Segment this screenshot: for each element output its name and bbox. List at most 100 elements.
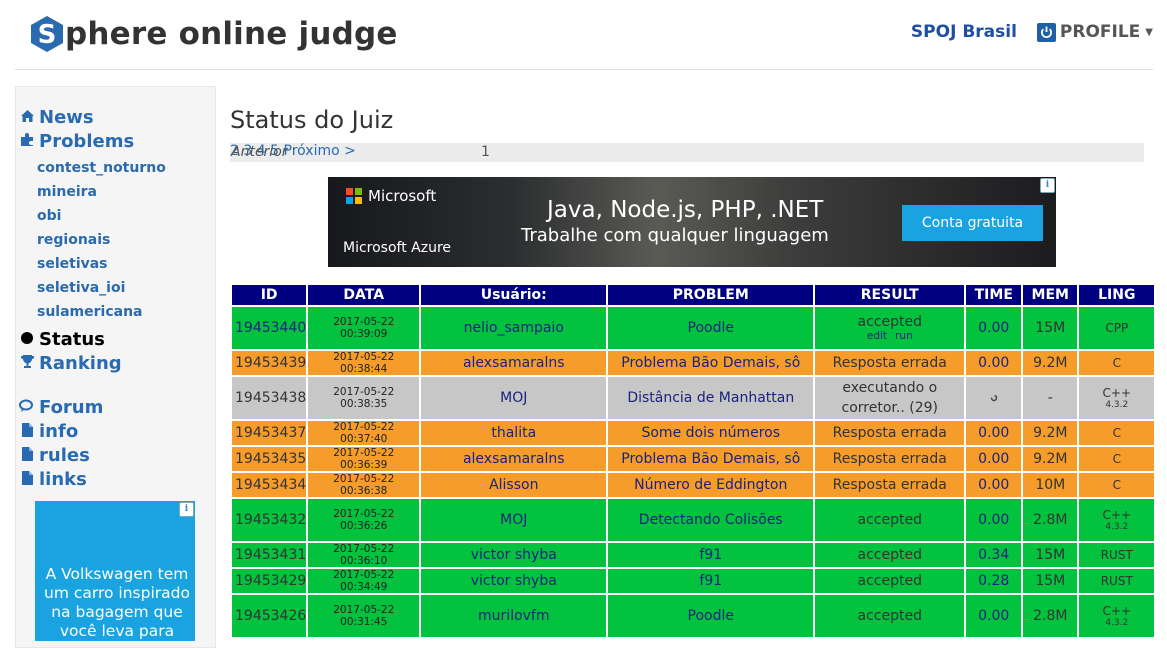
lang-version: 4.3.2 bbox=[1105, 399, 1129, 410]
file-icon bbox=[19, 446, 35, 466]
cell-mem: 15M bbox=[1023, 307, 1078, 349]
header-divider bbox=[15, 69, 1153, 70]
sidebar-item-links[interactable]: links bbox=[19, 469, 87, 490]
table-row: 19453429 2017-05-22 00:34:49 victor shyb… bbox=[232, 569, 1155, 593]
sidebar-item-contest-noturno[interactable]: contest_noturno bbox=[37, 160, 166, 176]
cell-id: 19453437 bbox=[232, 421, 307, 445]
problem-link[interactable]: Problema Bão Demais, sô bbox=[621, 451, 800, 467]
power-icon bbox=[1036, 22, 1056, 42]
cell-id: 19453429 bbox=[232, 569, 307, 593]
home-icon bbox=[19, 109, 35, 127]
site-logo[interactable]: S phere online judge bbox=[30, 14, 398, 54]
sidebar-item-obi[interactable]: obi bbox=[37, 208, 61, 224]
sidebar-item-ranking[interactable]: Ranking bbox=[19, 353, 122, 374]
cell-id: 19453432 bbox=[232, 499, 307, 541]
sidebar-item-seletivas[interactable]: seletivas bbox=[37, 256, 108, 272]
cell-id: 19453439 bbox=[232, 351, 307, 375]
cell-time bbox=[966, 377, 1022, 419]
sidebar-item-mineira[interactable]: mineira bbox=[37, 184, 97, 200]
edit-link[interactable]: edit bbox=[867, 330, 887, 342]
status-table: ID DATA Usuário: PROBLEM RESULT TIME MEM… bbox=[230, 283, 1156, 639]
ad-info-icon[interactable]: i bbox=[1040, 178, 1055, 193]
user-link[interactable]: murilovfm bbox=[478, 608, 549, 624]
sidebar-item-sulamericana[interactable]: sulamericana bbox=[37, 304, 143, 320]
cell-user: victor shyba bbox=[421, 569, 607, 593]
submission-id-link[interactable]: 19453440 bbox=[235, 320, 306, 336]
cell-problem: Poodle bbox=[608, 307, 814, 349]
cell-date: 2017-05-22 00:38:35 bbox=[308, 377, 420, 419]
problem-link[interactable]: Poodle bbox=[688, 320, 734, 336]
sidebar-status-label: Status bbox=[39, 329, 105, 350]
sidebar-item-rules[interactable]: rules bbox=[19, 445, 90, 466]
cell-id: 19453435 bbox=[232, 447, 307, 471]
problem-link[interactable]: Número de Eddington bbox=[634, 477, 787, 493]
problem-link[interactable]: Problema Bão Demais, sô bbox=[621, 355, 800, 371]
sidebar-item-forum[interactable]: Forum bbox=[19, 397, 103, 418]
banner-advertisement[interactable]: Microsoft Microsoft Azure Java, Node.js,… bbox=[328, 177, 1056, 267]
trophy-icon bbox=[19, 354, 35, 373]
logo-hexagon-icon: S bbox=[30, 15, 64, 53]
cell-mem: 9.2M bbox=[1023, 421, 1078, 445]
cell-time: 0.00 bbox=[966, 499, 1022, 541]
profile-menu[interactable]: PROFILE ▼ bbox=[1036, 22, 1153, 42]
loading-spinner-icon bbox=[990, 390, 998, 402]
banner-product: Microsoft Azure bbox=[343, 240, 452, 256]
user-link[interactable]: victor shyba bbox=[471, 547, 557, 563]
column-header-mem: MEM bbox=[1023, 285, 1078, 305]
table-row: 19453431 2017-05-22 00:36:10 victor shyb… bbox=[232, 543, 1155, 567]
sidebar-item-news[interactable]: News bbox=[19, 107, 94, 128]
sidebar-item-regionais[interactable]: regionais bbox=[37, 232, 110, 248]
problem-link[interactable]: Distância de Manhattan bbox=[627, 390, 794, 406]
problem-link[interactable]: f91 bbox=[699, 573, 722, 589]
pager-next[interactable]: Próximo > bbox=[284, 143, 356, 159]
table-row: 19453437 2017-05-22 00:37:40 thalita Som… bbox=[232, 421, 1155, 445]
cell-mem: 9.2M bbox=[1023, 447, 1078, 471]
cell-result: accepted edit run bbox=[815, 307, 965, 349]
cell-user: Alisson bbox=[421, 473, 607, 497]
sidebar-item-seletiva-ioi[interactable]: seletiva_ioi bbox=[37, 280, 125, 296]
spoj-brasil-link[interactable]: SPOJ Brasil bbox=[911, 22, 1017, 42]
pager-previous: Anterior bbox=[231, 144, 288, 160]
microsoft-logo-icon bbox=[346, 188, 362, 204]
user-link[interactable]: nelio_sampaio bbox=[464, 320, 564, 336]
table-row: 19453434 2017-05-22 00:36:38 Alisson Núm… bbox=[232, 473, 1155, 497]
user-link[interactable]: alexsamaralns bbox=[463, 355, 565, 371]
banner-cta-button[interactable]: Conta gratuita bbox=[902, 205, 1043, 241]
user-link[interactable]: MOJ bbox=[500, 390, 527, 406]
problem-link[interactable]: f91 bbox=[699, 547, 722, 563]
problem-link[interactable]: Some dois números bbox=[641, 425, 780, 441]
cell-time: 0.00 bbox=[966, 421, 1022, 445]
ad-info-icon[interactable]: i bbox=[179, 502, 194, 517]
logo-letter: S bbox=[38, 20, 57, 50]
cell-result: executando o corretor.. (29) bbox=[815, 377, 965, 419]
problem-link[interactable]: Poodle bbox=[688, 608, 734, 624]
user-link[interactable]: MOJ bbox=[500, 512, 527, 528]
cell-mem: 2.8M bbox=[1023, 499, 1078, 541]
user-link[interactable]: alexsamaralns bbox=[463, 451, 565, 467]
run-link[interactable]: run bbox=[895, 330, 913, 342]
column-header-date: DATA bbox=[308, 285, 420, 305]
cell-lang: C++ 4.3.2 bbox=[1079, 499, 1155, 541]
cell-user: MOJ bbox=[421, 377, 607, 419]
result-actions: edit run bbox=[815, 330, 964, 343]
cell-problem: Problema Bão Demais, sô bbox=[608, 447, 814, 471]
sidebar-rules-label: rules bbox=[39, 445, 90, 466]
column-header-problem: PROBLEM bbox=[608, 285, 814, 305]
cell-problem: Problema Bão Demais, sô bbox=[608, 351, 814, 375]
sidebar-item-status[interactable]: Status bbox=[19, 329, 105, 350]
sidebar-advertisement[interactable]: i A Volkswagen tem um carro inspirado na… bbox=[35, 501, 195, 641]
cell-date: 2017-05-22 00:36:10 bbox=[308, 543, 420, 567]
sidebar-item-info[interactable]: info bbox=[19, 421, 78, 442]
problem-link[interactable]: Detectando Colisões bbox=[639, 512, 783, 528]
user-link[interactable]: thalita bbox=[491, 425, 536, 441]
sidebar-item-problems[interactable]: Problems bbox=[19, 131, 134, 152]
cell-id[interactable]: 19453440 bbox=[232, 307, 307, 349]
user-link[interactable]: Alisson bbox=[489, 477, 538, 493]
table-row: 19453432 2017-05-22 00:36:26 MOJ Detecta… bbox=[232, 499, 1155, 541]
cell-lang: C bbox=[1079, 447, 1155, 471]
cell-mem: 10M bbox=[1023, 473, 1078, 497]
column-header-time: TIME bbox=[966, 285, 1022, 305]
user-link[interactable]: victor shyba bbox=[471, 573, 557, 589]
cell-user: alexsamaralns bbox=[421, 351, 607, 375]
cell-date: 2017-05-22 00:36:39 bbox=[308, 447, 420, 471]
